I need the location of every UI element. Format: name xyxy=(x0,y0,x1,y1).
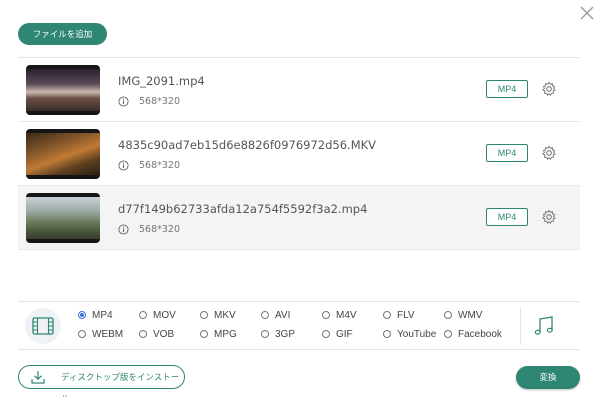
gear-icon[interactable] xyxy=(541,209,557,225)
radio-button[interactable] xyxy=(444,330,452,338)
format-label: AVI xyxy=(275,309,291,321)
format-option-youtube[interactable]: YouTube xyxy=(383,327,436,341)
format-option-mp4[interactable]: MP4 xyxy=(78,308,113,322)
radio-button[interactable] xyxy=(78,330,86,338)
output-format-badge[interactable]: MP4 xyxy=(486,144,528,162)
info-icon[interactable] xyxy=(118,96,129,107)
radio-button[interactable] xyxy=(261,330,269,338)
install-desktop-button[interactable]: ディスクトップ版をインストール xyxy=(18,365,185,397)
video-file-icon xyxy=(32,317,54,335)
format-option-m4v[interactable]: M4V xyxy=(322,308,357,322)
file-row[interactable]: 4835c90ad7eb15d6e8826f0976972d56.MKV 568… xyxy=(18,122,580,186)
convert-button[interactable]: 変換 xyxy=(516,366,580,389)
video-thumbnail xyxy=(26,65,100,115)
format-label: MKV xyxy=(214,309,236,321)
video-format-tab[interactable] xyxy=(25,308,61,344)
format-option-mov[interactable]: MOV xyxy=(139,308,176,322)
format-option-gif[interactable]: GIF xyxy=(322,327,353,341)
format-option-vob[interactable]: VOB xyxy=(139,327,174,341)
radio-button[interactable] xyxy=(322,311,330,319)
output-format-bar: MP4 MOV MKV AVI M4V FLV WMV WEBM VOB MPG… xyxy=(18,301,580,350)
format-label: MOV xyxy=(153,309,176,321)
radio-button[interactable] xyxy=(444,311,452,319)
format-label: FLV xyxy=(397,309,415,321)
gear-icon[interactable] xyxy=(541,81,557,97)
format-option-avi[interactable]: AVI xyxy=(261,308,290,322)
close-icon xyxy=(580,6,594,20)
format-label: YouTube xyxy=(397,328,437,340)
format-option-mkv[interactable]: MKV xyxy=(200,308,236,322)
add-files-button[interactable]: ファイルを追加 xyxy=(18,23,107,45)
format-label: M4V xyxy=(336,309,357,321)
file-list: IMG_2091.mp4 568*320 MP4 4835c90ad7eb15d… xyxy=(18,58,580,250)
file-row[interactable]: IMG_2091.mp4 568*320 MP4 xyxy=(18,58,580,122)
resolution-text: 568*320 xyxy=(139,96,181,107)
music-note-icon[interactable] xyxy=(533,315,555,337)
format-option-webm[interactable]: WEBM xyxy=(78,327,123,341)
radio-button[interactable] xyxy=(78,311,86,319)
format-label: MP4 xyxy=(92,309,113,321)
output-format-badge[interactable]: MP4 xyxy=(486,80,528,98)
file-name: IMG_2091.mp4 xyxy=(118,74,205,88)
radio-button[interactable] xyxy=(322,330,330,338)
file-name: d77f149b62733afda12a754f5592f3a2.mp4 xyxy=(118,202,368,216)
format-option-flv[interactable]: FLV xyxy=(383,308,415,322)
video-thumbnail xyxy=(26,129,100,179)
video-thumbnail xyxy=(26,193,100,243)
format-label: VOB xyxy=(153,328,175,340)
gear-icon[interactable] xyxy=(541,145,557,161)
format-option-wmv[interactable]: WMV xyxy=(444,308,482,322)
radio-button[interactable] xyxy=(383,330,391,338)
format-label: GIF xyxy=(336,328,353,340)
format-label: MPG xyxy=(214,328,237,340)
radio-button[interactable] xyxy=(139,330,147,338)
radio-button[interactable] xyxy=(200,330,208,338)
format-label: 3GP xyxy=(275,328,296,340)
divider xyxy=(520,307,521,345)
format-option-3gp[interactable]: 3GP xyxy=(261,327,295,341)
info-icon[interactable] xyxy=(118,224,129,235)
radio-button[interactable] xyxy=(383,311,391,319)
close-button[interactable] xyxy=(578,4,600,24)
output-format-badge[interactable]: MP4 xyxy=(486,208,528,226)
format-option-facebook[interactable]: Facebook xyxy=(444,327,502,341)
file-name: 4835c90ad7eb15d6e8826f0976972d56.MKV xyxy=(118,138,377,152)
resolution-text: 568*320 xyxy=(139,224,181,235)
info-icon[interactable] xyxy=(118,160,129,171)
format-option-mpg[interactable]: MPG xyxy=(200,327,237,341)
file-row[interactable]: d77f149b62733afda12a754f5592f3a2.mp4 568… xyxy=(18,186,580,250)
download-icon xyxy=(31,371,45,384)
radio-button[interactable] xyxy=(261,311,269,319)
radio-button[interactable] xyxy=(139,311,147,319)
resolution-text: 568*320 xyxy=(139,160,181,171)
format-label: Facebook xyxy=(458,328,502,340)
format-label: WEBM xyxy=(92,328,124,340)
radio-button[interactable] xyxy=(200,311,208,319)
format-label: WMV xyxy=(458,309,483,321)
install-desktop-label: ディスクトップ版をインストール xyxy=(61,372,180,397)
